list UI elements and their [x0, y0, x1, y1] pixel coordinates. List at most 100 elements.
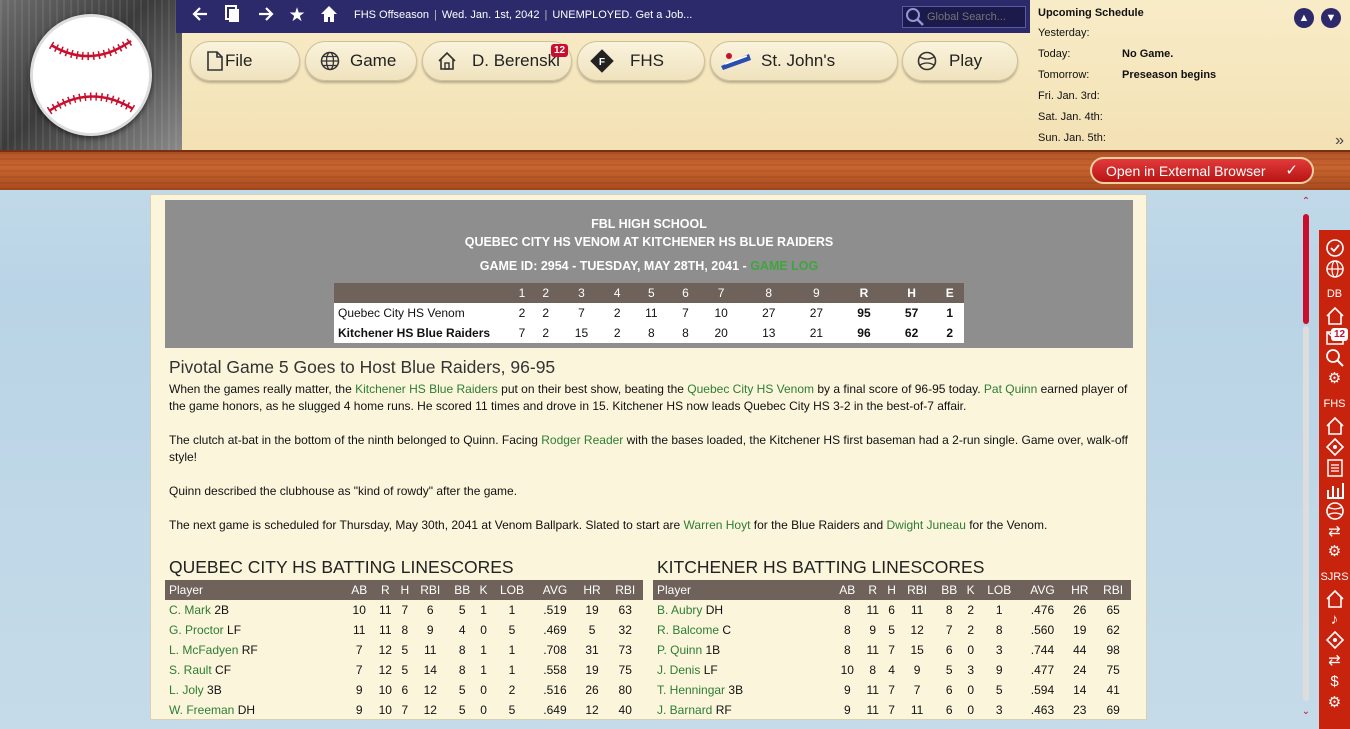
- stat-cell: 1: [480, 603, 487, 617]
- batting-column-header[interactable]: BB: [934, 580, 964, 600]
- current-date: Wed. Jan. 1st, 2042: [441, 9, 540, 21]
- copy-icon[interactable]: [220, 4, 246, 28]
- batting-column-header[interactable]: K: [963, 580, 978, 600]
- story-paragraph: The clutch at-bat in the bottom of the n…: [169, 433, 1129, 464]
- search-input[interactable]: [927, 9, 1023, 25]
- global-search[interactable]: [902, 6, 1026, 28]
- back-arrow-icon[interactable]: [188, 4, 214, 28]
- stat-cell: 73: [618, 643, 632, 657]
- expand-double-chevron-icon[interactable]: »: [1335, 132, 1344, 150]
- game-log-link[interactable]: GAME LOG: [750, 259, 818, 273]
- club-menu-button[interactable]: St. John's: [710, 41, 898, 81]
- stat-cell: .477: [1030, 663, 1055, 677]
- batting-column-header[interactable]: AB: [345, 580, 374, 600]
- manager-menu-button[interactable]: D. Berenski 12: [422, 41, 572, 81]
- batting-column-header[interactable]: R: [861, 580, 884, 600]
- transfer-arrows-icon[interactable]: ⇄: [1319, 522, 1350, 542]
- forward-arrow-icon[interactable]: [252, 4, 278, 28]
- stat-cell: 12: [423, 703, 437, 717]
- stat-cell: 5: [508, 623, 516, 637]
- open-external-browser-button[interactable]: Open in External Browser ✓: [1090, 157, 1314, 184]
- baseball-logo[interactable]: [30, 14, 152, 136]
- stat-cell: .558: [543, 663, 567, 677]
- gear-icon[interactable]: ⚙: [1319, 542, 1350, 562]
- player-link[interactable]: Warren Hoyt: [684, 518, 751, 532]
- game-menu-button[interactable]: Game: [305, 41, 417, 81]
- batting-column-header[interactable]: RBI: [899, 580, 935, 600]
- schedule-row: Sat. Jan. 4th:: [1038, 111, 1103, 123]
- player-position: LF: [227, 623, 242, 637]
- gear-icon[interactable]: ⚙: [1319, 369, 1350, 389]
- player-name-link[interactable]: L. Joly: [169, 683, 204, 697]
- batting-column-header[interactable]: Player: [165, 580, 345, 600]
- stat-cell: 5: [945, 663, 953, 677]
- batting-column-header[interactable]: H: [397, 580, 413, 600]
- player-name-link[interactable]: J. Denis: [657, 663, 700, 677]
- scroll-down-arrow-icon[interactable]: ⌄: [1300, 706, 1312, 717]
- stat-cell: 8: [843, 603, 851, 617]
- search-icon[interactable]: [905, 7, 925, 32]
- player-link[interactable]: Pat Quinn: [984, 382, 1037, 396]
- batting-row: C. Mark 2B 10 11 7 6 5 1 1.519 19 63: [165, 600, 643, 620]
- batting-column-header[interactable]: LOB: [977, 580, 1021, 600]
- batting-column-header[interactable]: HR: [1064, 580, 1096, 600]
- chevron-up-icon[interactable]: ▲: [1294, 8, 1314, 28]
- batting-column-header[interactable]: Player: [653, 580, 833, 600]
- scroll-thumb[interactable]: [1303, 214, 1309, 324]
- player-name-link[interactable]: T. Henningar: [657, 683, 725, 697]
- batting-column-header[interactable]: AB: [833, 580, 862, 600]
- batting-column-header[interactable]: H: [883, 580, 900, 600]
- league-label[interactable]: FHS Offseason: [354, 9, 429, 21]
- content-scrollbar[interactable]: ⌃ ⌄: [1300, 196, 1312, 720]
- batting-column-header[interactable]: RBI: [1095, 580, 1131, 600]
- stat-cell: 5: [401, 663, 409, 677]
- batting-column-header[interactable]: R: [373, 580, 398, 600]
- home-batting-table: Player AB R H RBI BB K LOB AVG HR RBI B. Aubry DH 8…: [653, 580, 1131, 719]
- scroll-up-arrow-icon[interactable]: ⌃: [1300, 196, 1312, 207]
- team-menu-button[interactable]: F FHS: [577, 41, 705, 81]
- file-menu-button[interactable]: File: [190, 41, 300, 81]
- player-name-link[interactable]: L. McFadyen: [169, 643, 238, 657]
- gear-icon[interactable]: ⚙: [1319, 693, 1350, 713]
- home-icon[interactable]: [316, 4, 342, 28]
- player-name-link[interactable]: P. Quinn: [657, 643, 702, 657]
- chevron-down-icon[interactable]: ▼: [1321, 8, 1341, 28]
- batting-column-header[interactable]: K: [476, 580, 491, 600]
- play-menu-button[interactable]: Play: [902, 41, 1018, 81]
- player-name-link[interactable]: G. Proctor: [169, 623, 224, 637]
- player-name-link[interactable]: W. Freeman: [169, 703, 234, 717]
- whistle-icon[interactable]: ♪: [1319, 610, 1350, 630]
- batting-column-header[interactable]: AVG: [1020, 580, 1065, 600]
- batting-column-header[interactable]: HR: [576, 580, 608, 600]
- batting-column-header[interactable]: BB: [448, 580, 477, 600]
- player-name-link[interactable]: R. Balcome: [657, 623, 719, 637]
- player-name-link[interactable]: C. Mark: [169, 603, 211, 617]
- transfer-arrows-icon[interactable]: ⇄: [1319, 651, 1350, 671]
- employment-status[interactable]: UNEMPLOYED. Get a Job...: [552, 9, 692, 21]
- player-link[interactable]: Rodger Reader: [541, 433, 623, 447]
- stat-cell: 1: [480, 643, 487, 657]
- player-name-link[interactable]: B. Aubry: [657, 603, 702, 617]
- home-team-link[interactable]: Kitchener HS Blue Raiders: [355, 382, 498, 396]
- home-team-name[interactable]: Kitchener HS Blue Raiders: [334, 323, 510, 343]
- dollar-icon[interactable]: $: [1319, 672, 1350, 692]
- star-icon[interactable]: ★: [284, 4, 310, 28]
- player-name-link[interactable]: S. Rault: [169, 663, 212, 677]
- batting-column-header[interactable]: LOB: [490, 580, 534, 600]
- player-name-link[interactable]: J. Barnard: [657, 703, 712, 717]
- scroll-track[interactable]: [1303, 326, 1309, 701]
- batting-column-header[interactable]: RBI: [607, 580, 643, 600]
- away-team-link[interactable]: Quebec City HS Venom: [687, 382, 814, 396]
- globe-icon[interactable]: [1319, 259, 1350, 285]
- batting-row: L. Joly 3B 9 10 6 12 5 0 2 .516 26 80: [165, 680, 643, 700]
- stat-cell: 26: [585, 683, 599, 697]
- player-link[interactable]: Dwight Juneau: [887, 518, 966, 532]
- stat-cell: 11: [866, 643, 879, 657]
- batting-column-header[interactable]: RBI: [412, 580, 449, 600]
- team-menu-label: FHS: [630, 51, 664, 70]
- stat-cell: 2: [508, 683, 516, 697]
- stat-cell: 0: [480, 703, 487, 717]
- away-team-name[interactable]: Quebec City HS Venom: [334, 303, 510, 323]
- inning-header: 5: [629, 283, 674, 303]
- batting-column-header[interactable]: AVG: [533, 580, 577, 600]
